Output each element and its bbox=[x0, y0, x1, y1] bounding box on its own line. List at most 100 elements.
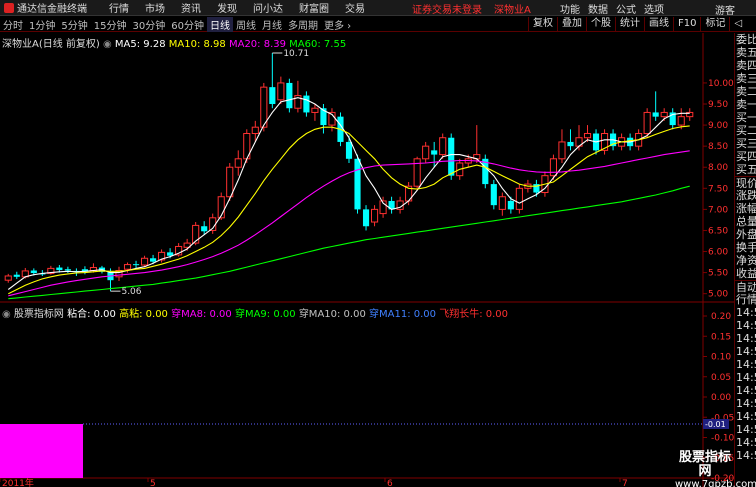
indicator-item: 穿MA9: 0.00 bbox=[234, 309, 296, 320]
indicator-item: 穿MA8: 0.00 bbox=[171, 309, 232, 320]
candle-body bbox=[286, 82, 293, 109]
candle-body bbox=[558, 141, 566, 160]
indicator-header: ◉ 股票指标网 粘合: 0.00 高粘: 0.00 穿MA8: 0.00 穿MA… bbox=[2, 305, 508, 320]
watermark-url: www.7gpzb.com bbox=[675, 479, 756, 487]
side-panel-item: 卖五 bbox=[736, 46, 756, 59]
candle-body bbox=[448, 137, 455, 176]
candle-body bbox=[515, 187, 523, 210]
watermark: 股票指标网 www.7gpzb.com bbox=[675, 451, 756, 487]
price-tick-label: 7.00 bbox=[708, 205, 728, 215]
candle-body bbox=[567, 141, 574, 147]
indicator-marker-label: -0.01 bbox=[705, 420, 726, 429]
candle-body bbox=[660, 111, 668, 118]
price-tick-label: 9.50 bbox=[708, 100, 728, 110]
price-tick-label: 7.50 bbox=[708, 184, 728, 194]
candle-body bbox=[277, 82, 285, 101]
candle-body bbox=[583, 133, 592, 139]
candle-body bbox=[431, 150, 438, 155]
gear-icon[interactable]: ◉ bbox=[103, 39, 115, 50]
side-panel-item: 换手 bbox=[736, 241, 756, 254]
candle-body bbox=[354, 158, 361, 210]
side-panel-item: 买三 bbox=[736, 137, 756, 150]
kline-chart[interactable]: 10.00 9.50 9.00 8.50 8.00 7.50 7.00 6.50 6.00 5.5… bbox=[0, 0, 756, 487]
candle-body bbox=[4, 275, 12, 281]
side-panel-item: 14:50 bbox=[736, 436, 756, 449]
high-marker-label: 10.71 bbox=[283, 49, 309, 59]
indicator-title: 股票指标网 bbox=[13, 309, 64, 320]
ind-tick-label: 0.10 bbox=[711, 353, 731, 363]
candle-body bbox=[201, 226, 208, 232]
side-panel-item: 14:50 bbox=[736, 384, 756, 397]
candle-body bbox=[677, 116, 685, 126]
date-label: 7 bbox=[622, 479, 628, 487]
indicator-bar bbox=[0, 424, 83, 478]
indicator-item: 飞翔长牛: 0.00 bbox=[439, 309, 509, 320]
ind-tick-label: -0.10 bbox=[711, 434, 735, 444]
side-panel-item: 14:50 bbox=[736, 410, 756, 423]
price-tick-label: 10.00 bbox=[708, 79, 734, 89]
date-label: 6 bbox=[387, 479, 393, 487]
side-panel-item: 买四 bbox=[736, 150, 756, 163]
side-panel-item: 买二 bbox=[736, 124, 756, 137]
candle-body bbox=[652, 112, 659, 117]
candle-body bbox=[123, 264, 132, 270]
side-panel-item: 现价 bbox=[735, 176, 756, 189]
candle-body bbox=[56, 267, 63, 271]
side-panel-item[interactable]: 行情 bbox=[735, 293, 756, 306]
candle-body bbox=[345, 141, 353, 159]
price-tick-label: 5.00 bbox=[708, 290, 728, 300]
candle-body bbox=[311, 107, 319, 113]
ma10-value: MA10: 8.98 bbox=[168, 39, 226, 50]
ind-tick-label: 0.15 bbox=[711, 332, 731, 342]
side-panel-item: 卖四 bbox=[736, 59, 756, 72]
side-panel-item: 涨幅 bbox=[736, 202, 756, 215]
side-panel-item: 14:50 bbox=[736, 332, 756, 345]
price-tick-label: 9.00 bbox=[708, 121, 728, 131]
ma5-value: MA5: 9.28 bbox=[114, 39, 166, 50]
side-panel-item: 涨跌 bbox=[736, 189, 756, 202]
low-marker-label: 5.06 bbox=[121, 287, 141, 297]
indicator-item: 穿MA10: 0.00 bbox=[298, 309, 366, 320]
candle-body bbox=[422, 145, 430, 160]
side-panel-item[interactable]: 自动 bbox=[735, 280, 756, 293]
ind-tick-label: 0.20 bbox=[711, 312, 731, 322]
side-panel-item: 净资 bbox=[736, 254, 756, 267]
candle-body bbox=[269, 87, 276, 105]
price-tick-label: 5.50 bbox=[708, 269, 728, 279]
side-panel-item: 14:50 bbox=[736, 423, 756, 436]
ind-tick-label: 0.05 bbox=[711, 373, 731, 383]
candle-body bbox=[132, 264, 140, 266]
candle-body bbox=[251, 126, 259, 135]
candle-body bbox=[64, 269, 71, 271]
side-panel-item: 卖二 bbox=[736, 85, 756, 98]
candle-body bbox=[303, 95, 310, 113]
side-panel-item: 外盘 bbox=[736, 228, 756, 241]
date-label: 2011年 bbox=[2, 477, 34, 487]
candle-body bbox=[234, 158, 242, 168]
side-panel-item: 14:50 bbox=[736, 371, 756, 384]
side-panel-item: 14:50 bbox=[736, 449, 756, 462]
candle-body bbox=[362, 209, 370, 227]
gear-icon[interactable]: ◉ bbox=[2, 309, 14, 320]
candle-body bbox=[439, 137, 447, 156]
side-panel-item: 总量 bbox=[736, 215, 756, 228]
date-label: 5 bbox=[150, 479, 156, 487]
candle-body bbox=[643, 111, 651, 135]
price-tick-label: 6.50 bbox=[708, 226, 728, 236]
side-panel-item: 14:50 bbox=[736, 345, 756, 358]
price-tick-label: 8.50 bbox=[708, 142, 728, 152]
candle-body bbox=[549, 158, 558, 177]
main-chart-header: 深物业A(日线 前复权) ◉ MA5: 9.28 MA10: 8.98 MA20… bbox=[2, 35, 346, 50]
side-panel-item: 14:50 bbox=[736, 319, 756, 332]
side-panel-item: 14:50 bbox=[736, 397, 756, 410]
quote-side-panel: 委比 卖五 卖四 卖三 卖二 卖一 买一 买二 买三 买四 买五 现价 涨跌 涨幅 总量 外盘 换手 净资 收益 自动… bbox=[734, 33, 756, 487]
indicator-item: 粘合: 0.00 bbox=[67, 309, 116, 320]
price-tick-label: 8.00 bbox=[708, 163, 728, 173]
candle-body bbox=[226, 166, 234, 198]
candle-body bbox=[498, 196, 506, 210]
ma20-value: MA20: 8.39 bbox=[228, 39, 286, 50]
side-panel-item: 买五 bbox=[736, 163, 756, 176]
indicator-item: 高粘: 0.00 bbox=[119, 309, 168, 320]
chart-title: 深物业A(日线 前复权) bbox=[2, 39, 100, 50]
candle-body bbox=[13, 274, 20, 277]
